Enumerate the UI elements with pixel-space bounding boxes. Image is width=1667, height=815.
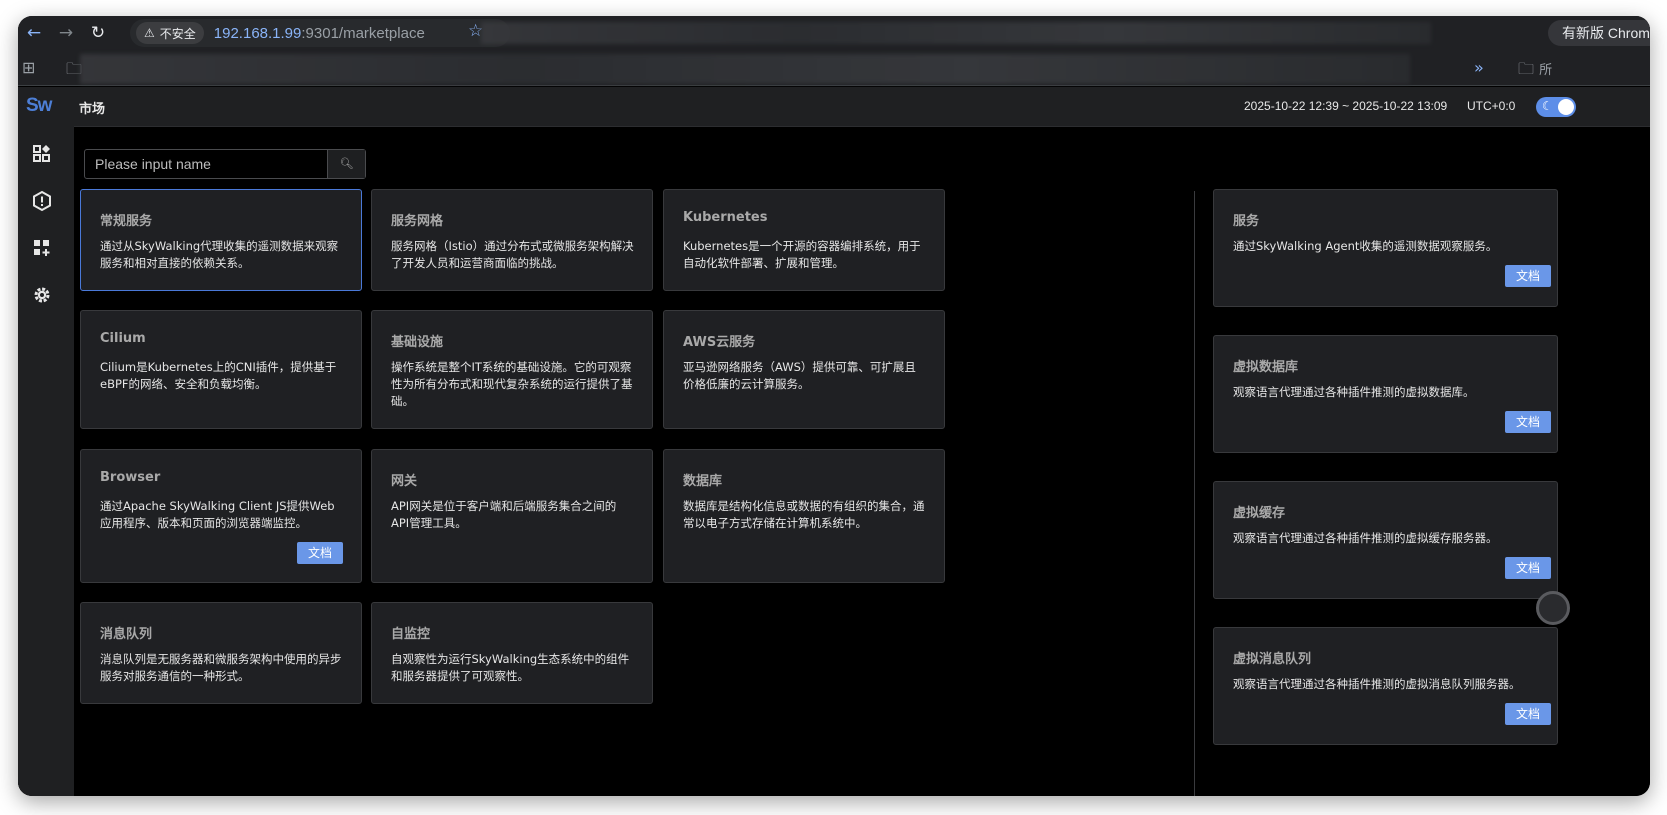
marketplace-card[interactable]: Kubernetes Kubernetes是一个开源的容器编排系统，用于自动化软… — [663, 189, 945, 291]
card-description: Cilium是Kubernetes上的CNI插件，提供基于eBPF的网络、安全和… — [100, 360, 337, 391]
marketplace-card[interactable]: 常规服务 通过从SkyWalking代理收集的遥测数据来观察服务和相对直接的依赖… — [80, 189, 362, 291]
theme-toggle[interactable]: ☾ — [1536, 97, 1576, 117]
skywalking-logo[interactable]: Sw — [26, 95, 52, 117]
card-title: 虚拟数据库 — [1233, 360, 1299, 375]
browser-window: ← → ↻ ⚠ 不安全 192.168.1.99:9301/marketplac… — [18, 16, 1650, 796]
card-title: 数据库 — [683, 474, 723, 489]
folder-icon: 🗀 — [1518, 59, 1535, 78]
card-description: 通过从SkyWalking代理收集的遥测数据来观察服务和相对直接的依赖关系。 — [100, 239, 339, 270]
marketplace-card[interactable]: 数据库 数据库是结构化信息或数据的有组织的集合，通常以电子方式存储在计算机系统中… — [663, 449, 945, 583]
sidebar: Sw — [18, 87, 74, 796]
card-description: 通过SkyWalking Agent收集的遥测数据观察服务。 — [1233, 239, 1498, 253]
card-title: 虚拟缓存 — [1233, 506, 1286, 521]
layer-card[interactable]: 虚拟数据库 观察语言代理通过各种插件推测的虚拟数据库。 文档 — [1213, 335, 1558, 453]
alert-shield-icon[interactable] — [31, 190, 53, 212]
card-title: 服务 — [1233, 214, 1260, 229]
security-label: 不安全 — [159, 26, 196, 41]
marketplace-add-icon[interactable] — [31, 237, 53, 259]
security-chip[interactable]: ⚠ 不安全 — [136, 22, 204, 44]
card-title: 常规服务 — [100, 214, 153, 229]
reload-icon[interactable]: ↻ — [86, 22, 110, 44]
marketplace-card[interactable]: 消息队列 消息队列是无服务器和微服务架构中使用的异步服务对服务通信的一种形式。 — [80, 602, 362, 704]
card-title: Kubernetes — [683, 210, 768, 225]
url-host: 192.168.1.99 — [213, 24, 302, 42]
timezone-label[interactable]: UTC+0:0 — [1467, 99, 1515, 113]
marketplace-card[interactable]: AWS云服务 亚马逊网络服务（AWS）提供可靠、可扩展且价格低廉的云计算服务。 — [663, 310, 945, 429]
card-description: 自观察性为运行SkyWalking生态系统中的组件和服务器提供了可观察性。 — [391, 652, 630, 683]
card-description: 观察语言代理通过各种插件推测的虚拟缓存服务器。 — [1233, 531, 1498, 545]
page-title: 市场 — [79, 102, 106, 117]
browser-toolbar: ← → ↻ ⚠ 不安全 192.168.1.99:9301/marketplac… — [18, 16, 1650, 50]
bookmarks-bar: ⊞ 🗀 » 🗀 所 — [18, 50, 1650, 86]
card-description: 消息队列是无服务器和微服务架构中使用的异步服务对服务通信的一种形式。 — [100, 652, 342, 683]
card-description: 通过Apache SkyWalking Client JS提供Web应用程序、版… — [100, 499, 335, 530]
card-title: 自监控 — [391, 627, 431, 642]
address-bar[interactable]: ⚠ 不安全 192.168.1.99:9301/marketplace — [130, 19, 510, 47]
search-button[interactable]: 🔍︎ — [327, 150, 365, 178]
all-bookmarks-label: 所 — [1539, 63, 1553, 78]
settings-gear-icon[interactable] — [31, 284, 53, 306]
card-title: AWS云服务 — [683, 335, 756, 350]
docs-button[interactable]: 文档 — [1505, 557, 1551, 579]
marketplace-card[interactable]: Cilium Cilium是Kubernetes上的CNI插件，提供基于eBPF… — [80, 310, 362, 429]
docs-button[interactable]: 文档 — [297, 542, 343, 564]
moon-icon: ☾ — [1542, 99, 1553, 113]
card-title: 网关 — [391, 474, 418, 489]
dashboard-icon[interactable] — [31, 143, 53, 165]
toggle-knob — [1558, 99, 1574, 115]
card-title: 消息队列 — [100, 627, 153, 642]
marketplace-card[interactable]: 服务网格 服务网格（Istio）通过分布式或微服务架构解决了开发人员和运营商面临… — [371, 189, 653, 291]
search-icon: 🔍︎ — [339, 157, 354, 170]
all-bookmarks-folder[interactable]: 🗀 所 — [1518, 58, 1552, 85]
card-title: Browser — [100, 470, 161, 485]
layer-card[interactable]: 虚拟消息队列 观察语言代理通过各种插件推测的虚拟消息队列服务器。 文档 — [1213, 627, 1558, 745]
card-description: 数据库是结构化信息或数据的有组织的集合，通常以电子方式存储在计算机系统中。 — [683, 499, 925, 530]
docs-button[interactable]: 文档 — [1505, 265, 1551, 287]
card-description: 亚马逊网络服务（AWS）提供可靠、可扩展且价格低廉的云计算服务。 — [683, 360, 916, 391]
floating-assistant-button[interactable] — [1536, 591, 1570, 625]
card-description: API网关是位于客户端和后端服务集合之间的API管理工具。 — [391, 499, 617, 530]
marketplace-card[interactable]: 自监控 自观察性为运行SkyWalking生态系统中的组件和服务器提供了可观察性… — [371, 602, 653, 704]
forward-icon[interactable]: → — [54, 22, 78, 44]
marketplace-card[interactable]: Browser 通过Apache SkyWalking Client JS提供W… — [80, 449, 362, 583]
card-title: 服务网格 — [391, 214, 444, 229]
search-box: 🔍︎ — [84, 149, 366, 179]
time-range-picker[interactable]: 2025-10-22 12:39 ~ 2025-10-22 13:09 — [1244, 99, 1447, 113]
more-bookmarks-icon[interactable]: » — [1474, 58, 1484, 77]
blurred-extensions — [481, 22, 1431, 44]
update-chrome-chip[interactable]: 有新版 Chrome 可 — [1548, 20, 1650, 46]
marketplace-card[interactable]: 基础设施 操作系统是整个IT系统的基础设施。它的可观察性为所有分布式和现代复杂系… — [371, 310, 653, 429]
back-icon[interactable]: ← — [22, 22, 46, 44]
card-description: 服务网格（Istio）通过分布式或微服务架构解决了开发人员和运营商面临的挑战。 — [391, 239, 634, 270]
docs-button[interactable]: 文档 — [1505, 703, 1551, 725]
docs-button[interactable]: 文档 — [1505, 411, 1551, 433]
card-description: 操作系统是整个IT系统的基础设施。它的可观察性为所有分布式和现代复杂系统的运行提… — [391, 360, 633, 408]
card-title: 基础设施 — [391, 335, 444, 350]
card-description: 观察语言代理通过各种插件推测的虚拟数据库。 — [1233, 385, 1475, 399]
blurred-bookmarks — [80, 54, 1410, 84]
warning-icon: ⚠ — [144, 26, 155, 40]
card-title: 虚拟消息队列 — [1233, 652, 1312, 667]
layer-card[interactable]: 服务 通过SkyWalking Agent收集的遥测数据观察服务。 文档 — [1213, 189, 1558, 307]
app-header: 市场 2025-10-22 12:39 ~ 2025-10-22 13:09 U… — [74, 87, 1650, 127]
url-text[interactable]: 192.168.1.99:9301/marketplace — [214, 25, 425, 42]
panel-divider — [1194, 191, 1195, 796]
apps-grid-icon[interactable]: ⊞ — [22, 58, 35, 77]
card-description: Kubernetes是一个开源的容器编排系统，用于自动化软件部署、扩展和管理。 — [683, 239, 921, 270]
app-root: Sw 市场 2025-10-22 12:39 ~ 2025-10-22 13:0… — [18, 87, 1650, 796]
layer-card[interactable]: 虚拟缓存 观察语言代理通过各种插件推测的虚拟缓存服务器。 文档 — [1213, 481, 1558, 599]
marketplace-card[interactable]: 网关 API网关是位于客户端和后端服务集合之间的API管理工具。 — [371, 449, 653, 583]
card-description: 观察语言代理通过各种插件推测的虚拟消息队列服务器。 — [1233, 677, 1521, 691]
url-path: :9301/marketplace — [301, 24, 425, 42]
search-input[interactable] — [85, 150, 328, 178]
card-title: Cilium — [100, 331, 146, 346]
